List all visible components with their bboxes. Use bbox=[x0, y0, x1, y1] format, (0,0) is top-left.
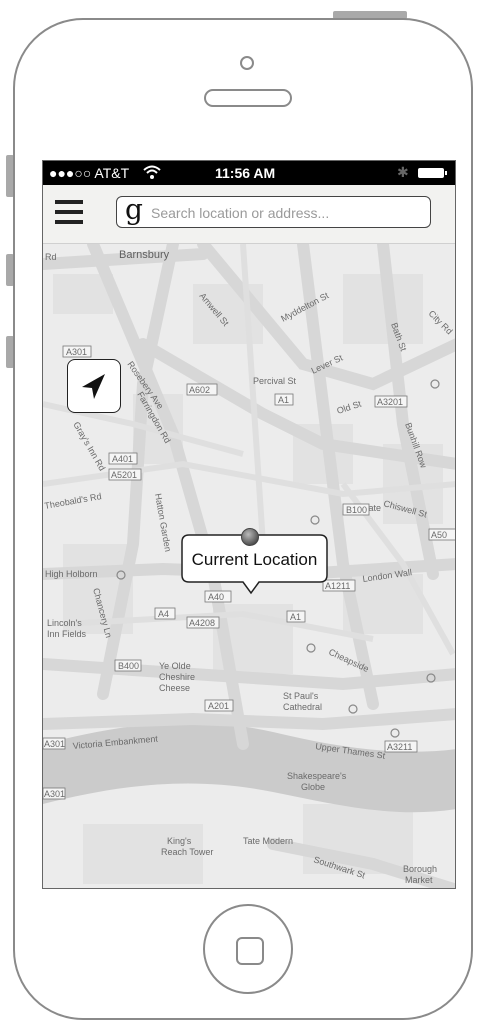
search-input[interactable] bbox=[149, 202, 423, 224]
my-location-button[interactable] bbox=[67, 359, 121, 413]
status-time: 11:56 AM bbox=[215, 165, 276, 181]
svg-text:B100: B100 bbox=[346, 505, 367, 515]
svg-text:A4208: A4208 bbox=[189, 618, 215, 628]
svg-text:A301: A301 bbox=[66, 347, 87, 357]
earpiece-speaker bbox=[204, 89, 292, 107]
svg-text:A5201: A5201 bbox=[111, 470, 137, 480]
svg-text:High Holborn: High Holborn bbox=[45, 569, 98, 579]
svg-text:Ye Olde: Ye Olde bbox=[159, 661, 191, 671]
svg-text:Market: Market bbox=[405, 875, 433, 885]
svg-text:Barnsbury: Barnsbury bbox=[119, 249, 170, 261]
bluetooth-icon: ✱ bbox=[397, 164, 409, 180]
svg-text:Reach Tower: Reach Tower bbox=[161, 847, 213, 857]
home-button[interactable] bbox=[203, 904, 293, 994]
svg-text:St Paul's: St Paul's bbox=[283, 691, 319, 701]
svg-text:Globe: Globe bbox=[301, 782, 325, 792]
wifi-icon bbox=[143, 164, 161, 183]
svg-text:Rd: Rd bbox=[45, 252, 57, 262]
svg-text:A201: A201 bbox=[208, 701, 229, 711]
svg-text:Cathedral: Cathedral bbox=[283, 702, 322, 712]
google-logo-icon: g bbox=[125, 193, 143, 226]
svg-text:Shakespeare's: Shakespeare's bbox=[287, 771, 347, 781]
map-view[interactable]: Rd Barnsbury Amwell St Myddelton St Rose… bbox=[43, 238, 455, 888]
svg-text:Cheshire: Cheshire bbox=[159, 672, 195, 682]
svg-text:Percival St: Percival St bbox=[253, 376, 297, 386]
svg-text:Lincoln's: Lincoln's bbox=[47, 618, 82, 628]
location-pin-icon[interactable] bbox=[240, 527, 260, 547]
svg-text:A4: A4 bbox=[158, 609, 169, 619]
svg-text:A301: A301 bbox=[44, 739, 65, 749]
front-camera bbox=[240, 56, 254, 70]
top-toolbar: g bbox=[43, 185, 455, 244]
svg-text:A1211: A1211 bbox=[325, 581, 350, 591]
status-bar: ●●●○○ AT&T 11:56 AM ✱ bbox=[43, 161, 455, 185]
hamburger-menu-icon[interactable] bbox=[55, 200, 83, 224]
svg-text:A602: A602 bbox=[189, 385, 210, 395]
navigation-arrow-icon bbox=[82, 374, 105, 399]
svg-text:A50: A50 bbox=[431, 530, 447, 540]
carrier-label: ●●●○○ AT&T bbox=[49, 165, 130, 181]
search-box[interactable]: g bbox=[116, 193, 431, 228]
svg-text:A1: A1 bbox=[290, 612, 301, 622]
svg-text:B400: B400 bbox=[118, 661, 139, 671]
svg-text:Inn Fields: Inn Fields bbox=[47, 629, 87, 639]
svg-text:Tate Modern: Tate Modern bbox=[243, 836, 293, 846]
battery-icon bbox=[418, 168, 447, 178]
svg-text:A401: A401 bbox=[112, 454, 133, 464]
svg-text:Borough: Borough bbox=[403, 864, 437, 874]
svg-text:A3201: A3201 bbox=[377, 397, 403, 407]
svg-text:A1: A1 bbox=[278, 395, 289, 405]
svg-text:King's: King's bbox=[167, 836, 192, 846]
svg-text:A301: A301 bbox=[44, 789, 65, 799]
phone-screen: ●●●○○ AT&T 11:56 AM ✱ g Search location … bbox=[42, 160, 456, 889]
callout-label: Current Location bbox=[191, 550, 318, 569]
svg-text:Cheese: Cheese bbox=[159, 683, 190, 693]
svg-text:A3211: A3211 bbox=[387, 742, 412, 752]
